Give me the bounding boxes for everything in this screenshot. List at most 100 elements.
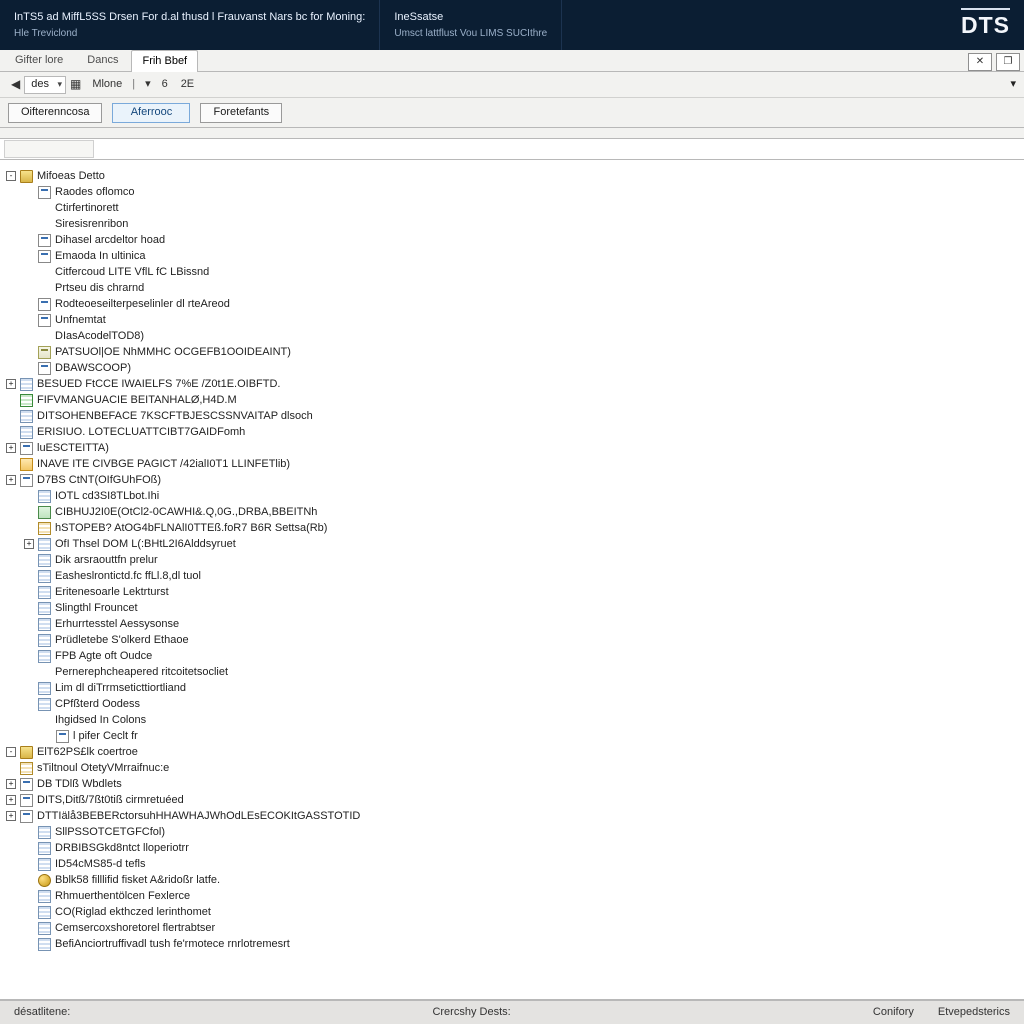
tree-node[interactable]: Easheslrontictd.fc ffLl.8,dl tuol [6,568,1020,584]
collapse-icon[interactable]: - [6,747,16,757]
tree-node[interactable]: -ElT62PS£lk coertroe [6,744,1020,760]
tree-node-label: l pifer Ceclt fr [73,729,138,744]
tree-node[interactable]: PATSUOl|OE NhMMHC OCGEFB1OOIDEAINT) [6,344,1020,360]
tree-node[interactable]: Bblk58 filllifid fisket A&ridoßr latfe. [6,872,1020,888]
table-icon [38,570,51,583]
report-icon [38,314,51,327]
expand-icon[interactable]: + [6,379,16,389]
tree-node[interactable]: hSTOPEB? AtOG4bFLNAlI0TTEß.foR7 B6R Sett… [6,520,1020,536]
tree-node[interactable]: Rodteoeseilterpeselinler dl rteAreod [6,296,1020,312]
blank-icon [38,218,51,231]
tree-node[interactable]: Siresisrenribon [6,216,1020,232]
title-mid-sub: Umsct lattflust Vou LIMS SUCIthre [394,27,547,41]
table-icon [20,378,33,391]
tree-node[interactable]: +DITS,Ditß/7ßt0tiß cirmretuéed [6,792,1020,808]
report-icon [38,362,51,375]
tree-node[interactable]: sTiltnoul OtetyVMrraifnuc:e [6,760,1020,776]
tree-node-label: BefiAnciortruffivadl tush fe'rmotece rnr… [55,937,290,952]
tree-node-label: Prüdletebe S'olkerd Ethaoe [55,633,189,648]
object-tree-panel[interactable]: - Mifoeas DettoRaodes oflomcoCtirfertinor… [0,160,1024,1000]
tree-node[interactable]: IOTL cd3SI8TLbot.Ihi [6,488,1020,504]
nav-prev-icon[interactable]: ◀ [8,76,23,92]
nav-dropdown[interactable]: des [24,76,66,94]
tree-node[interactable]: CPfßterd Oodess [6,696,1020,712]
tree-node[interactable]: CIBHUJ2I0E(OtCl2-0CAWHI&.Q,0G.,DRBA,BBEI… [6,504,1020,520]
mdi-restore-button[interactable]: ❐ [996,53,1020,71]
tree-node[interactable]: Prüdletebe S'olkerd Ethaoe [6,632,1020,648]
filter-input[interactable] [4,140,94,158]
tree-node[interactable]: Pernerephcheapered ritcoitetsocliet [6,664,1020,680]
tree-node-label: hSTOPEB? AtOG4bFLNAlI0TTEß.foR7 B6R Sett… [55,521,327,536]
expand-icon[interactable]: + [6,779,16,789]
menu-tab-1[interactable]: Dancs [76,49,129,71]
tree-node[interactable]: DITSOHENBEFACE 7KSCFTBJESCSSNVAITAP dlso… [6,408,1020,424]
tree-node[interactable]: Ihgidsed In Colons [6,712,1020,728]
report-icon [38,298,51,311]
tree-node[interactable]: DBAWSCOOP) [6,360,1020,376]
button-2[interactable]: Aferrooc [112,103,190,123]
expand-icon[interactable]: + [24,539,34,549]
tree-node[interactable]: DIasAcodelTOD8) [6,328,1020,344]
tree-node[interactable]: SllPSSOTCETGFCfol) [6,824,1020,840]
table-gold-icon [38,522,51,535]
table-icon [38,586,51,599]
toolbar-pager: 6 2E [159,77,194,92]
tree-node[interactable]: FPB Agte oft Oudce [6,648,1020,664]
collapse-icon[interactable]: - [6,171,16,181]
tree-node-label: DRBIBSGkd8ntct lloperiotrr [55,841,189,856]
tree-node[interactable]: Ctirfertinorett [6,200,1020,216]
tree-node[interactable]: ERISIUO. LOTECLUATTCIBT7GAIDFomh [6,424,1020,440]
menu-tab-2[interactable]: Frih Bbef [131,50,198,72]
zoom-sep: | [132,77,135,92]
menu-tab-0[interactable]: Gifter lore [4,49,74,71]
table-icon [38,922,51,935]
title-mid-top: IneSsatse [394,10,547,25]
button-1[interactable]: Oifterenncosa [8,103,102,123]
tree-node[interactable]: Cemsercoxshoretorel flertrabtser [6,920,1020,936]
tree-node[interactable]: Eritenesoarle Lektrturst [6,584,1020,600]
title-spacer [562,0,947,50]
tree-node[interactable]: - Mifoeas Detto [6,168,1020,184]
tree-node[interactable]: Slingthl Frouncet [6,600,1020,616]
status-r2: Etvepedsterics [934,1005,1014,1020]
tree-node[interactable]: Dihasel arcdeltor hoad [6,232,1020,248]
mdi-close-button[interactable]: ✕ [968,53,992,71]
tree-node[interactable]: DRBIBSGkd8ntct lloperiotrr [6,840,1020,856]
tree-node-label: Mifoeas Detto [37,169,105,184]
tree-node[interactable]: CO(Riglad ekthczed lerinthomet [6,904,1020,920]
tree-node[interactable]: Prtseu dis chrarnd [6,280,1020,296]
tree-node[interactable]: +BESUED FtCCE IWAIELFS 7%E /Z0t1E.OIBFTD… [6,376,1020,392]
button-3[interactable]: Foretefants [200,103,282,123]
expand-icon[interactable]: + [6,475,16,485]
tree-node[interactable]: Erhurrtesstel Aessysonse [6,616,1020,632]
expand-icon[interactable]: + [6,795,16,805]
table-gold-icon [20,762,33,775]
tree-node[interactable]: l pifer Ceclt fr [6,728,1020,744]
folder-icon [20,746,33,759]
tree-node[interactable]: Raodes oflomco [6,184,1020,200]
tree-node-label: D7BS CtNT(OIfGUhFOß) [37,473,161,488]
zoom-caret-icon[interactable]: ▾ [145,77,151,92]
tree-node[interactable]: Dik arsraouttfn prelur [6,552,1020,568]
expand-icon[interactable]: + [6,811,16,821]
tree-node[interactable]: Rhmuerthentölcen Fexlerce [6,888,1020,904]
tree-node-label: DIasAcodelTOD8) [55,329,144,344]
tree-node[interactable]: Unfnemtat [6,312,1020,328]
tree-node[interactable]: Lim dl diTrrmseticttiortliand [6,680,1020,696]
tree-node[interactable]: INAVE ITE CIVBGE PAGICT /42ialI0T1 LLINF… [6,456,1020,472]
toolbar-overflow-icon[interactable]: ▾ [1010,77,1016,92]
table-icon [38,938,51,951]
tree-node[interactable]: + D7BS CtNT(OIfGUhFOß) [6,472,1020,488]
tree-node[interactable]: Emaoda In ultinica [6,248,1020,264]
tree-node[interactable]: Citfercoud LITE VflL fC LBissnd [6,264,1020,280]
tree-node-label: Pernerephcheapered ritcoitetsocliet [55,665,228,680]
tree-node[interactable]: +OfI Thsel DOM L(:BHtL2I6Alddsyruet [6,536,1020,552]
tree-node[interactable]: +DB TDlß Wbdlets [6,776,1020,792]
tree-node[interactable]: +luESCTEITTA) [6,440,1020,456]
tree-node[interactable]: FIFVMANGUACIE BEITANHALØ,H4D.M [6,392,1020,408]
tree-node[interactable]: +DTTIälå3BEBERctorsuhHHAWHAJWhOdLEsECOKI… [6,808,1020,824]
expand-icon[interactable]: + [6,443,16,453]
grid-icon[interactable]: ▦ [67,76,84,92]
tree-node[interactable]: BefiAnciortruffivadl tush fe'rmotece rnr… [6,936,1020,952]
tree-node[interactable]: ID54cMS85-d tefls [6,856,1020,872]
